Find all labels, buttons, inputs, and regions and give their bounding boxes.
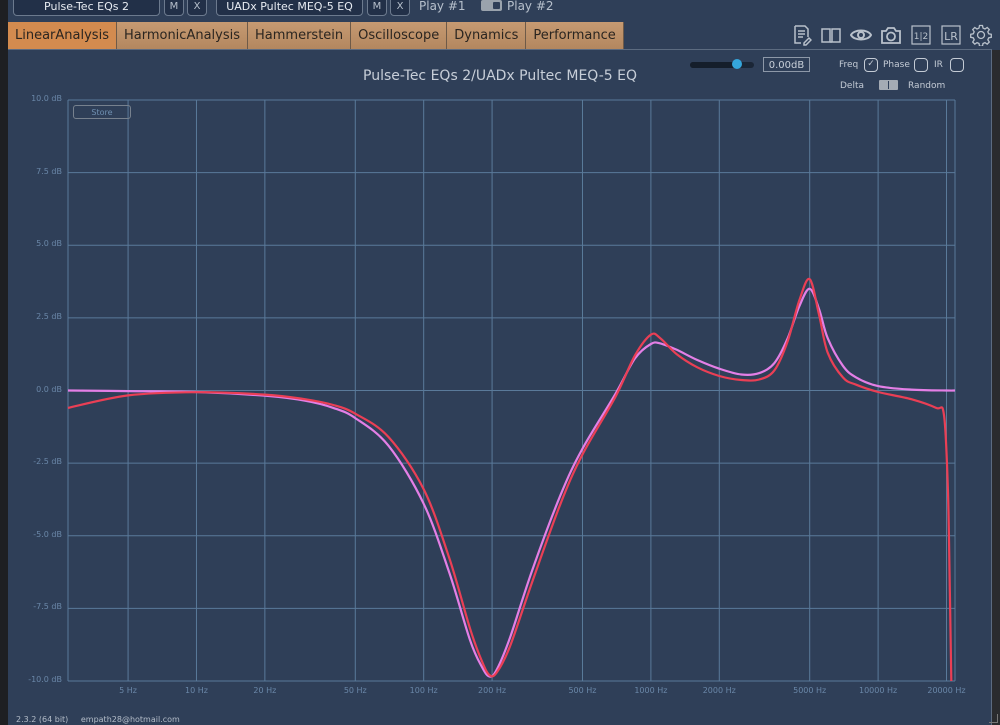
y-tick-label: -7.5 dB [33,602,62,612]
x-tick-label: 2000 Hz [702,686,736,695]
x-tick-label: 10 Hz [185,686,208,695]
x-tick-label: 5000 Hz [793,686,827,695]
y-tick-label: 5.0 dB [36,239,62,249]
x-tick-label: 500 Hz [568,686,597,695]
series-line-pulse-tec [67,277,953,682]
version-label: 2.3.2 (64 bit) [16,715,69,724]
x-tick-label: 50 Hz [343,686,367,695]
y-tick-label: -5.0 dB [33,529,62,539]
frequency-response-plot [67,99,956,682]
x-tick-label: 5 Hz [119,686,137,695]
x-tick-label: 20000 Hz [927,686,966,695]
y-tick-label: 2.5 dB [36,311,62,321]
y-tick-label: 0.0 dB [36,384,62,394]
user-email: empath28@hotmail.com [80,715,180,724]
series-line-uadx-pultec [67,287,956,678]
y-tick-label: -10.0 dB [28,675,62,684]
y-tick-label: -2.5 dB [33,457,62,467]
x-tick-label: 1000 Hz [634,686,668,695]
store-button[interactable]: Store [73,105,131,119]
x-tick-label: 20 Hz [253,686,277,695]
x-tick-label: 100 Hz [409,686,438,695]
footer: 2.3.2 (64 bit) empath28@hotmail.com [16,715,190,724]
y-tick-label: 10.0 dB [31,94,62,103]
x-tick-label: 200 Hz [478,686,507,695]
grid [67,99,956,682]
y-tick-label: 7.5 dB [36,166,62,176]
resize-handle[interactable] [989,714,998,723]
x-tick-label: 10000 Hz [858,686,898,695]
series-lines [67,277,956,682]
